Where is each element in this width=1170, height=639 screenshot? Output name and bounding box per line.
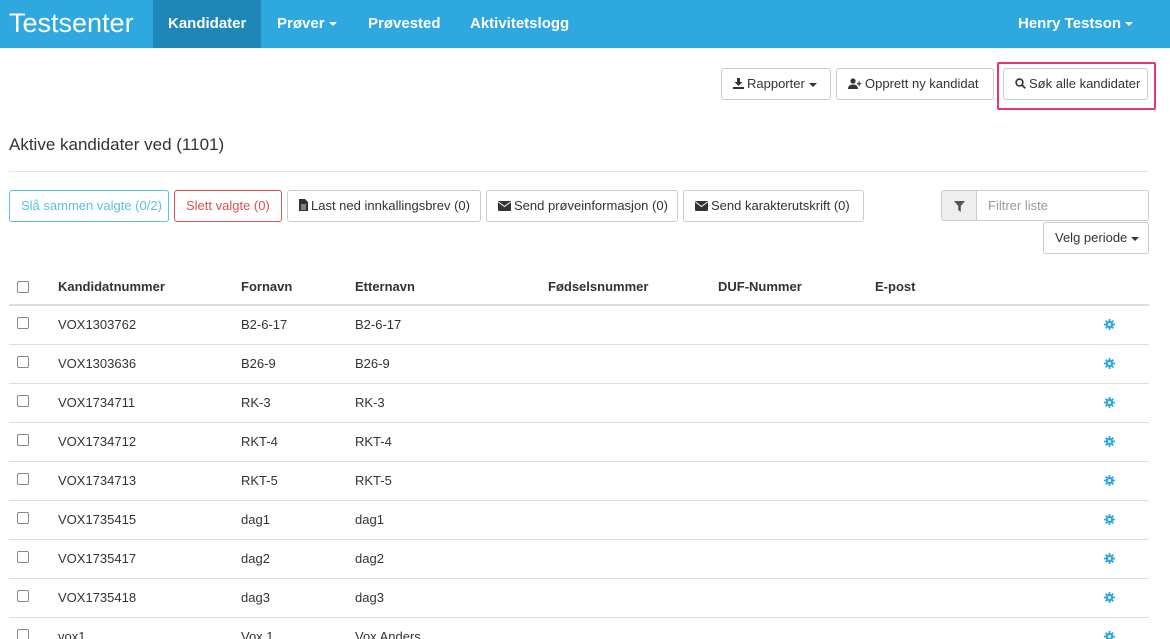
- row-checkbox[interactable]: [17, 629, 29, 639]
- column-fornavn[interactable]: Fornavn: [241, 279, 292, 294]
- chevron-down-icon: [1131, 236, 1140, 241]
- cell-etternavn: Vox Anders: [355, 629, 421, 639]
- cell-kandidatnummer: VOX1734712: [58, 434, 137, 449]
- column-epost[interactable]: E-post: [875, 279, 915, 294]
- cell-kandidatnummer: VOX1734713: [58, 473, 137, 488]
- cell-fornavn: Vox 1: [241, 629, 274, 639]
- filter-input[interactable]: [976, 190, 1149, 221]
- cell-etternavn: RKT-4: [355, 434, 392, 449]
- cell-fornavn: B26-9: [241, 356, 276, 371]
- nav-provested[interactable]: Prøvested: [353, 0, 456, 48]
- brand-logo[interactable]: Testsenter: [9, 6, 134, 40]
- cell-fornavn: RK-3: [241, 395, 271, 410]
- row-checkbox[interactable]: [17, 317, 29, 329]
- row-checkbox[interactable]: [17, 395, 29, 407]
- gear-icon[interactable]: [1104, 319, 1115, 330]
- download-letters-button[interactable]: Last ned innkallingsbrev (0): [287, 190, 481, 222]
- table-header: Kandidatnummer Fornavn Etternavn Fødsels…: [9, 266, 1149, 306]
- merge-selected-button[interactable]: Slå sammen valgte (0/2): [9, 190, 169, 222]
- cell-etternavn: dag3: [355, 590, 384, 605]
- search-all-button[interactable]: Søk alle kandidater: [1003, 68, 1148, 100]
- table-row[interactable]: VOX1735417 dag2 dag2: [9, 540, 1149, 579]
- select-period-button[interactable]: Velg periode: [1043, 222, 1149, 254]
- send-info-button[interactable]: Send prøveinformasjon (0): [486, 190, 678, 222]
- user-menu[interactable]: Henry Testson: [1003, 0, 1148, 48]
- cell-etternavn: B2-6-17: [355, 317, 402, 332]
- table-row[interactable]: VOX1734713 RKT-5 RKT-5: [9, 462, 1149, 501]
- cell-etternavn: dag1: [355, 512, 384, 527]
- gear-icon[interactable]: [1104, 397, 1115, 408]
- chevron-down-icon: [328, 22, 337, 27]
- send-transcript-button[interactable]: Send karakterutskrift (0): [683, 190, 864, 222]
- row-checkbox[interactable]: [17, 590, 29, 602]
- row-checkbox[interactable]: [17, 512, 29, 524]
- gear-icon[interactable]: [1104, 436, 1115, 447]
- row-checkbox[interactable]: [17, 551, 29, 563]
- cell-fornavn: dag2: [241, 551, 270, 566]
- gear-icon[interactable]: [1104, 514, 1115, 525]
- column-etternavn[interactable]: Etternavn: [355, 279, 415, 294]
- gear-icon[interactable]: [1104, 475, 1115, 486]
- column-fodselsnummer[interactable]: Fødselsnummer: [548, 279, 648, 294]
- cell-fornavn: RKT-4: [241, 434, 278, 449]
- gear-icon[interactable]: [1104, 592, 1115, 603]
- gear-icon[interactable]: [1104, 631, 1115, 639]
- cell-kandidatnummer: VOX1303762: [58, 317, 137, 332]
- cell-etternavn: RKT-5: [355, 473, 392, 488]
- nav-kandidater[interactable]: Kandidater: [153, 0, 262, 48]
- page-title: Aktive kandidater ved (1101): [9, 135, 225, 154]
- envelope-icon: [498, 192, 511, 222]
- cell-fornavn: RKT-5: [241, 473, 278, 488]
- chevron-down-icon: [808, 82, 817, 87]
- column-kandidatnummer[interactable]: Kandidatnummer: [58, 279, 165, 294]
- cell-kandidatnummer: vox1: [58, 629, 86, 639]
- filter-addon: [941, 190, 977, 221]
- table-row[interactable]: VOX1735418 dag3 dag3: [9, 579, 1149, 618]
- table-row[interactable]: VOX1734712 RKT-4 RKT-4: [9, 423, 1149, 462]
- file-icon: [299, 192, 308, 222]
- cell-etternavn: dag2: [355, 551, 384, 566]
- cell-kandidatnummer: VOX1303636: [58, 356, 137, 371]
- search-icon: [1015, 70, 1026, 100]
- cell-kandidatnummer: VOX1735418: [58, 590, 137, 605]
- nav-aktivitetslogg[interactable]: Aktivitetslogg: [455, 0, 584, 48]
- cell-kandidatnummer: VOX1735417: [58, 551, 137, 566]
- envelope-icon: [695, 192, 708, 222]
- cell-fornavn: dag3: [241, 590, 270, 605]
- table-row[interactable]: VOX1303636 B26-9 B26-9: [9, 345, 1149, 384]
- cell-kandidatnummer: VOX1735415: [58, 512, 137, 527]
- table-row[interactable]: VOX1734711 RK-3 RK-3: [9, 384, 1149, 423]
- filter-group: [941, 190, 1149, 221]
- gear-icon[interactable]: [1104, 358, 1115, 369]
- table-row[interactable]: VOX1303762 B2-6-17 B2-6-17: [9, 306, 1149, 345]
- table-row[interactable]: VOX1735415 dag1 dag1: [9, 501, 1149, 540]
- chevron-down-icon: [1125, 22, 1134, 27]
- row-checkbox[interactable]: [17, 356, 29, 368]
- create-candidate-button[interactable]: Opprett ny kandidat: [836, 68, 994, 100]
- cell-fornavn: dag1: [241, 512, 270, 527]
- select-all-checkbox[interactable]: [17, 281, 29, 293]
- delete-selected-button[interactable]: Slett valgte (0): [174, 190, 282, 222]
- filter-icon: [954, 201, 965, 212]
- reports-button[interactable]: Rapporter: [721, 68, 831, 100]
- gear-icon[interactable]: [1104, 553, 1115, 564]
- cell-etternavn: B26-9: [355, 356, 390, 371]
- divider: [9, 171, 1149, 172]
- column-duf-nummer[interactable]: DUF-Nummer: [718, 279, 802, 294]
- table-row[interactable]: vox1 Vox 1 Vox Anders: [9, 618, 1149, 639]
- row-checkbox[interactable]: [17, 434, 29, 446]
- cell-kandidatnummer: VOX1734711: [58, 395, 136, 410]
- top-navbar: Testsenter Kandidater Prøver Prøvested A…: [0, 0, 1170, 48]
- nav-prover[interactable]: Prøver: [262, 0, 352, 48]
- cell-fornavn: B2-6-17: [241, 317, 288, 332]
- add-user-icon: [848, 70, 862, 100]
- cell-etternavn: RK-3: [355, 395, 385, 410]
- row-checkbox[interactable]: [17, 473, 29, 485]
- download-icon: [733, 70, 744, 100]
